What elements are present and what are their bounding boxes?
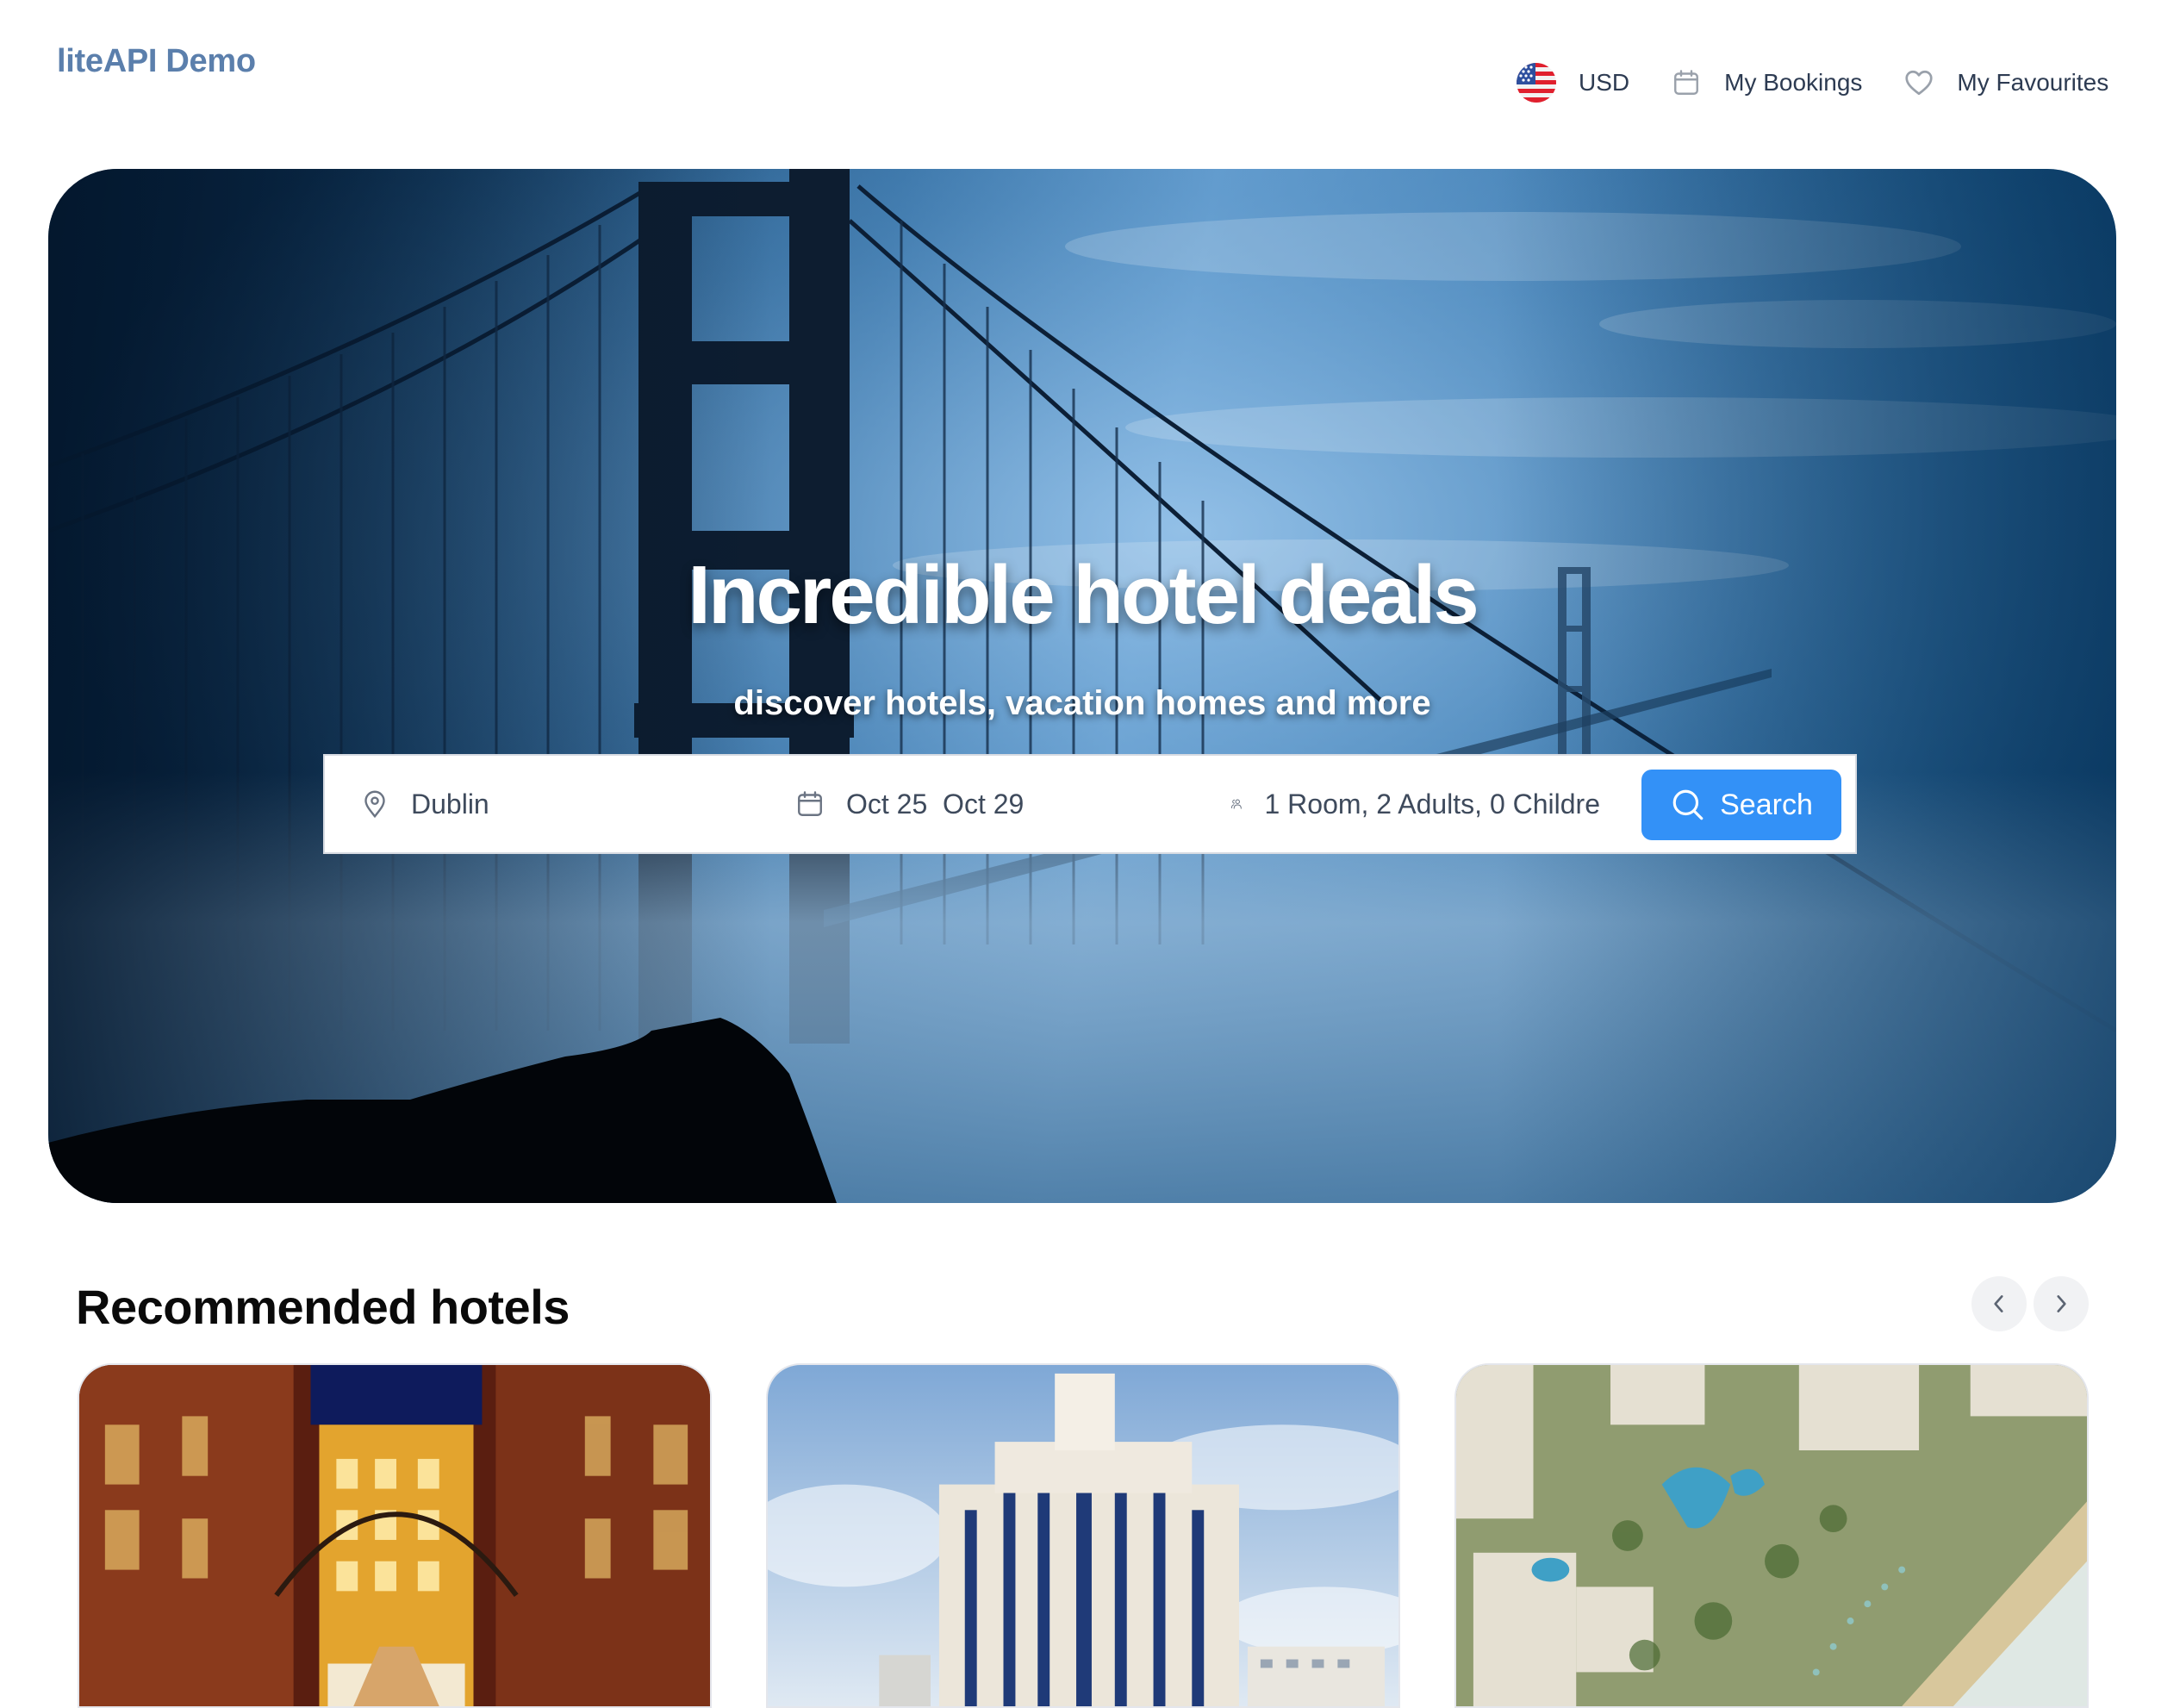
hotel-card[interactable]: [78, 1363, 712, 1708]
currency-label: USD: [1579, 69, 1630, 96]
carousel-prev-button[interactable]: [1971, 1276, 2027, 1331]
carousel-next-button[interactable]: [2034, 1276, 2089, 1331]
currency-selector[interactable]: USD: [1517, 63, 1629, 103]
dates-value: Oct 25 Oct 29: [846, 788, 1025, 820]
hero-title: Incredible hotel deals: [688, 549, 1479, 641]
hotel-card[interactable]: [766, 1363, 1400, 1708]
map-pin-icon: [364, 790, 385, 819]
search-icon: [1672, 789, 1704, 820]
logo[interactable]: liteAPI Demo: [57, 43, 256, 80]
users-icon: [1230, 799, 1242, 809]
us-flag-icon: [1517, 63, 1556, 103]
hotel-image: [79, 1365, 710, 1706]
guests-value: 1 Room, 2 Adults, 0 Childre: [1264, 788, 1600, 820]
hotel-image: [1456, 1365, 2087, 1706]
search-bar: Dublin Oct 25 Oct 29 1 Room, 2 Adults, 0…: [323, 754, 1857, 854]
dates-field[interactable]: Oct 25 Oct 29: [794, 756, 1024, 852]
top-nav: USD My Bookings My Favourites: [1517, 62, 2108, 103]
hotel-card[interactable]: [1454, 1363, 2089, 1708]
hero-banner: Incredible hotel deals discover hotels, …: [48, 169, 2116, 1203]
calendar-icon: [1674, 70, 1699, 95]
calendar-icon: [798, 791, 822, 816]
hotel-image: [768, 1365, 1398, 1706]
chevron-right-icon: [2057, 1295, 2066, 1312]
recommended-hotels-title: Recommended hotels: [76, 1280, 570, 1334]
hero-subtitle: discover hotels, vacation homes and more: [733, 684, 1431, 722]
my-favourites-label: My Favourites: [1957, 69, 2109, 96]
my-bookings-label: My Bookings: [1724, 69, 1863, 96]
my-favourites-link[interactable]: My Favourites: [1903, 67, 2108, 98]
my-bookings-link[interactable]: My Bookings: [1671, 67, 1862, 98]
destination-field[interactable]: Dublin: [359, 756, 489, 852]
guests-field[interactable]: 1 Room, 2 Adults, 0 Childre: [1230, 756, 1600, 852]
heart-icon: [1905, 70, 1934, 96]
search-button[interactable]: Search: [1641, 770, 1841, 840]
search-button-label: Search: [1720, 788, 1813, 821]
chevron-left-icon: [1994, 1295, 2003, 1312]
destination-value: Dublin: [411, 788, 489, 820]
